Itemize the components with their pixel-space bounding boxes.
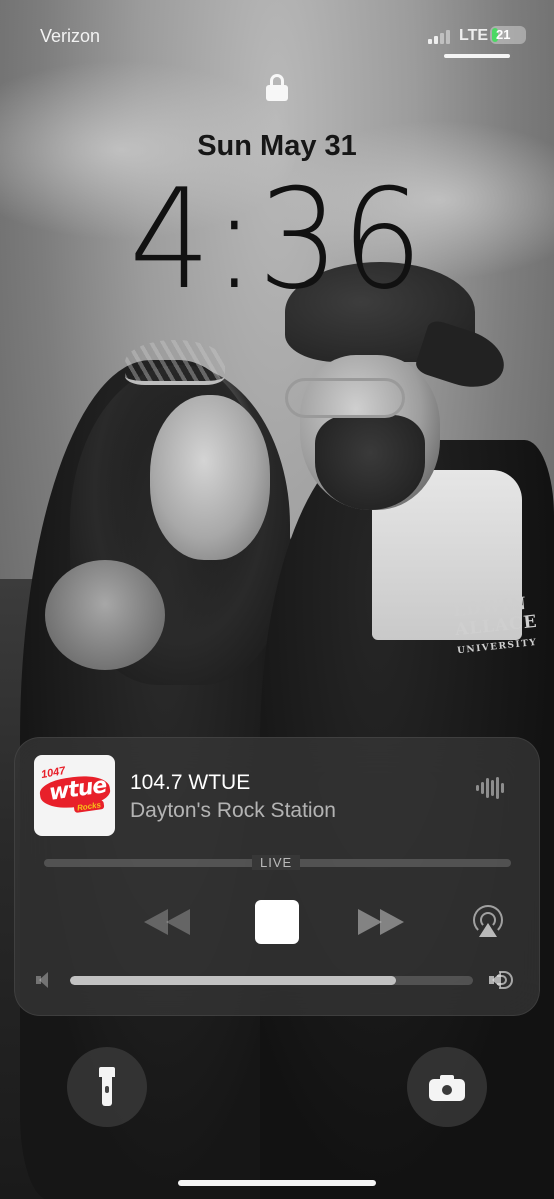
network-type: LTE: [459, 27, 489, 44]
fast-forward-icon[interactable]: [358, 897, 410, 947]
waveform-icon: [476, 777, 506, 799]
now-playing-widget[interactable]: 1047 wtue Rocks 104.7 WTUE Dayton's Rock…: [14, 737, 540, 1016]
signal-strength-icon: [428, 28, 450, 44]
volume-slider-fill: [70, 976, 397, 985]
status-bar: Verizon LTE 21: [0, 0, 554, 70]
airplay-icon[interactable]: [471, 905, 505, 939]
carrier-name: Verizon: [40, 26, 101, 46]
volume-slider[interactable]: [70, 976, 473, 985]
rewind-icon[interactable]: [144, 897, 196, 947]
station-subtitle: Dayton's Rock Station: [130, 799, 336, 822]
camera-button[interactable]: [407, 1047, 487, 1127]
lock-icon: [266, 74, 288, 104]
station-title: 104.7 WTUE: [130, 771, 251, 794]
flashlight-icon: [99, 1067, 115, 1107]
home-indicator[interactable]: [178, 1180, 376, 1186]
stop-icon[interactable]: [255, 900, 299, 944]
playback-controls: [14, 897, 540, 947]
control-center-grabber[interactable]: [444, 54, 510, 58]
flashlight-button[interactable]: [67, 1047, 147, 1127]
battery-percentage: 21: [496, 27, 511, 42]
battery-icon: 21: [490, 26, 526, 44]
lock-screen-time: 4:36: [129, 159, 425, 320]
volume-high-icon: [489, 970, 519, 990]
camera-icon: [429, 1075, 465, 1101]
volume-low-icon: [36, 972, 52, 988]
station-artwork[interactable]: 1047 wtue Rocks: [34, 755, 115, 836]
jacket-logo-text: LDWIN ALLACE UNIVERSITY: [452, 593, 539, 657]
live-label: LIVE: [252, 855, 301, 870]
